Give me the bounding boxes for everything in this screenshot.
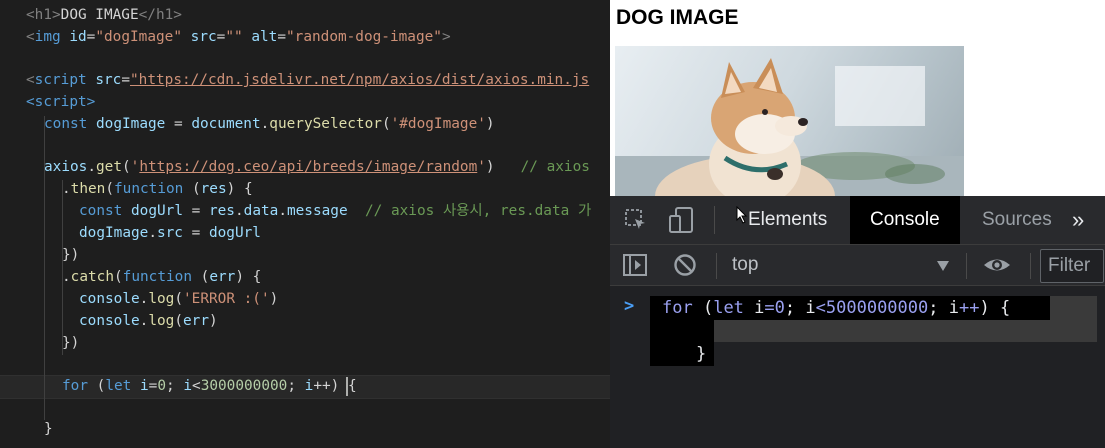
code-line-11: dogImage.src = dogUrl bbox=[79, 225, 261, 241]
code-line-18: for (let i=0; i<3000000000; i++) { bbox=[62, 378, 357, 394]
sidebar-toggle-icon[interactable] bbox=[622, 253, 648, 277]
toolbar-separator bbox=[966, 253, 967, 279]
eye-icon[interactable] bbox=[982, 254, 1012, 276]
code-line-6: const dogImage = document.querySelector(… bbox=[44, 116, 495, 132]
tab-separator bbox=[714, 206, 715, 234]
tab-console[interactable]: Console bbox=[850, 196, 960, 244]
more-tabs-button[interactable]: » bbox=[1068, 196, 1088, 244]
console-closing-brace: } bbox=[696, 344, 707, 364]
code-line-20: } bbox=[44, 421, 53, 437]
code-line-16: }) bbox=[62, 335, 80, 351]
devtools-tabbar: Elements Console Sources » bbox=[610, 196, 1105, 245]
filter-placeholder: Filter bbox=[1048, 255, 1091, 276]
console-input-selection bbox=[650, 320, 1097, 342]
text-cursor bbox=[346, 377, 348, 396]
code-line-13: .catch(function (err) { bbox=[62, 269, 262, 285]
code-line-5: <script> bbox=[26, 94, 96, 110]
console-toolbar: top Filter bbox=[610, 245, 1105, 286]
code-line-9: .then(function (res) { bbox=[62, 181, 253, 197]
context-selector[interactable]: top bbox=[720, 245, 966, 285]
device-toolbar-icon[interactable] bbox=[668, 206, 694, 234]
toolbar-separator bbox=[1030, 253, 1031, 279]
code-line-14: console.log('ERROR :(') bbox=[79, 291, 279, 307]
mouse-cursor-icon bbox=[736, 205, 748, 224]
tab-sources[interactable]: Sources bbox=[962, 196, 1072, 244]
code-line-1: <h1>DOG IMAGE</h1> bbox=[26, 7, 182, 23]
code-line-12: }) bbox=[62, 247, 80, 263]
code-line-2: <img id="dogImage" src="" alt="random-do… bbox=[26, 29, 451, 45]
filter-input[interactable]: Filter bbox=[1040, 249, 1104, 283]
devtools-panel: Elements Console Sources » top Filter > … bbox=[610, 196, 1105, 448]
code-line-10: const dogUrl = res.data.message // axios… bbox=[79, 203, 592, 219]
console-command-line[interactable]: for (let i=0; i<5000000000; i++) { bbox=[662, 296, 1010, 320]
toolbar-separator bbox=[716, 253, 717, 279]
browser-viewport: DOG IMAGE bbox=[610, 0, 1105, 196]
console-output[interactable]: > for (let i=0; i<5000000000; i++) { } bbox=[610, 286, 1105, 448]
dog-image bbox=[615, 46, 964, 196]
console-prompt-icon: > bbox=[624, 296, 635, 316]
page-title: DOG IMAGE bbox=[616, 6, 739, 29]
clear-console-icon[interactable] bbox=[673, 253, 697, 277]
code-line-4: <script src="https://cdn.jsdelivr.net/np… bbox=[26, 72, 590, 88]
code-line-15: console.log(err) bbox=[79, 313, 218, 329]
code-line-8: axios.get('https://dog.ceo/api/breeds/im… bbox=[44, 159, 590, 175]
chevron-down-icon bbox=[936, 259, 950, 271]
dog-photo bbox=[615, 58, 964, 196]
inspect-element-icon[interactable] bbox=[624, 208, 648, 232]
context-selector-value: top bbox=[732, 254, 759, 275]
code-editor[interactable]: <h1>DOG IMAGE</h1> <img id="dogImage" sr… bbox=[0, 0, 610, 448]
